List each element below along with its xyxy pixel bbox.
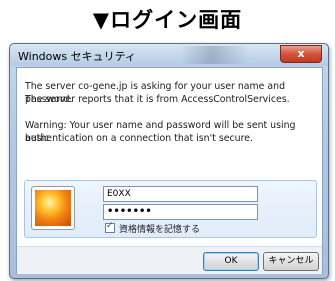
username-input[interactable]: E0XX — [103, 186, 258, 202]
ok-button[interactable]: OK — [203, 252, 259, 271]
password-input[interactable]: ••••••• — [103, 204, 258, 220]
page-caption: ▼ログイン画面 — [92, 8, 243, 32]
remember-credentials[interactable]: ✓ 資格情報を記憶する — [105, 221, 201, 236]
credential-dialog: Windows セキュリティ x The server co-gene.jp i… — [9, 43, 329, 279]
warning-line-2: authentication on a connection that isn'… — [25, 133, 253, 144]
dialog-body: The server co-gene.jp is asking for your… — [16, 67, 323, 274]
user-picture-image — [35, 190, 71, 226]
remember-checkbox[interactable]: ✓ — [105, 221, 115, 233]
remember-label: 資格情報を記憶する — [119, 225, 201, 235]
user-picture-icon — [31, 186, 75, 230]
cancel-button[interactable]: キャンセル — [263, 252, 319, 271]
title-bar[interactable]: Windows セキュリティ x — [10, 44, 328, 66]
close-button[interactable]: x — [280, 45, 322, 63]
credential-tile[interactable]: E0XX ••••••• ✓ 資格情報を記憶する — [24, 180, 317, 238]
button-bar: OK キャンセル — [17, 246, 322, 274]
title-bar-glass — [180, 46, 250, 64]
dialog-title: Windows セキュリティ — [18, 50, 136, 63]
message-line-2: The server reports that it is from Acces… — [25, 94, 290, 105]
check-icon: ✓ — [106, 221, 114, 231]
